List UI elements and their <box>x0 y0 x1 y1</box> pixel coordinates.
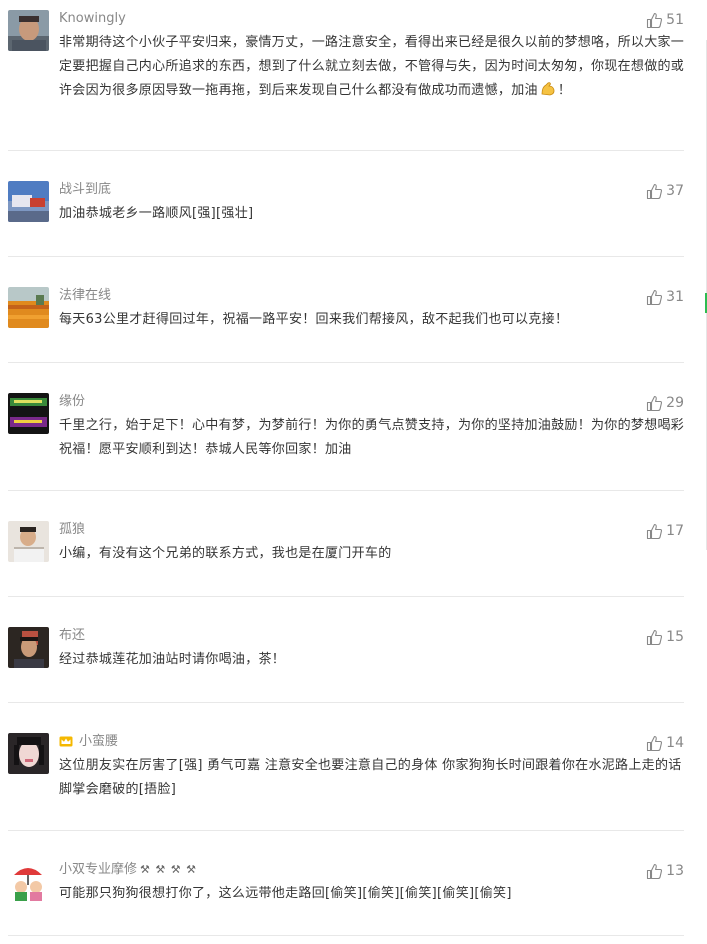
comment-list: Knowingly 51 非常期待这个小伙子平安归来，豪情万丈，一路注意安全，看… <box>0 0 707 944</box>
like-button[interactable]: 13 <box>646 861 684 881</box>
like-count: 14 <box>666 735 684 751</box>
comment-text: 经过恭城莲花加油站时请你喝油，茶！ <box>59 652 286 667</box>
comment-text-main: 非常期待这个小伙子平安归来，豪情万丈，一路注意安全，看得出来已经是很久以前的梦想… <box>59 35 685 98</box>
like-count: 13 <box>666 863 684 879</box>
like-button[interactable]: 14 <box>646 733 684 753</box>
comment-text: 这位朋友实在厉害了[强] 勇气可嘉 注意安全也要注意自己的身体 你家狗狗长时间跟… <box>59 758 682 797</box>
like-count: 37 <box>666 183 684 199</box>
nickname[interactable]: 法律在线 <box>59 287 111 305</box>
like-button[interactable]: 31 <box>646 287 684 307</box>
thumbs-up-icon <box>646 735 663 752</box>
thumbs-up-icon <box>646 395 663 412</box>
avatar[interactable] <box>8 181 49 222</box>
comment-text: 千里之行，始于足下！心中有梦，为梦前行！为你的勇气点赞支持，为你的坚持加油鼓励！… <box>59 418 685 457</box>
like-button[interactable]: 15 <box>646 627 684 647</box>
avatar[interactable] <box>8 627 49 668</box>
nickname[interactable]: 小双专业摩修 ⚒ ⚒ ⚒ ⚒ <box>59 861 197 879</box>
like-button[interactable]: 29 <box>646 393 684 413</box>
divider <box>8 256 684 257</box>
comment-text: 小编，有没有这个兄弟的联系方式，我也是在厦门开车的 <box>59 546 392 561</box>
nickname[interactable]: 战斗到底 <box>59 181 111 199</box>
comment-text: 非常期待这个小伙子平安归来，豪情万丈，一路注意安全，看得出来已经是很久以前的梦想… <box>59 31 687 106</box>
like-count: 29 <box>666 395 684 411</box>
comment-text: 可能那只狗狗很想打你了，这么远带他走路回[偷笑][偷笑][偷笑][偷笑][偷笑] <box>59 886 512 901</box>
like-count: 51 <box>666 12 684 28</box>
thumbs-up-icon <box>646 289 663 306</box>
nickname-text[interactable]: 小蛮腰 <box>79 734 118 749</box>
tools-emoji: ⚒ ⚒ ⚒ ⚒ <box>140 863 197 876</box>
nickname[interactable]: 孤狼 <box>59 521 85 539</box>
divider <box>8 702 684 703</box>
like-button[interactable]: 51 <box>646 10 684 30</box>
thumbs-up-icon <box>646 863 663 880</box>
nickname[interactable]: 小蛮腰 <box>59 733 118 753</box>
avatar[interactable] <box>8 287 49 328</box>
avatar[interactable] <box>8 733 49 774</box>
divider <box>8 490 684 491</box>
nickname[interactable]: Knowingly <box>59 10 126 28</box>
nickname[interactable]: 布还 <box>59 627 85 645</box>
like-count: 17 <box>666 523 684 539</box>
nickname[interactable]: 缘份 <box>59 393 85 411</box>
thumbs-up-icon <box>646 183 663 200</box>
avatar[interactable] <box>8 10 49 51</box>
comment-text-tail: ！ <box>557 83 572 98</box>
like-count: 15 <box>666 629 684 645</box>
comment-text: 每天63公里才赶得回过年，祝福一路平安！回来我们帮接风，敌不起我们也可以克接！ <box>59 312 569 327</box>
avatar[interactable] <box>8 393 49 434</box>
avatar[interactable] <box>8 521 49 562</box>
divider <box>8 596 684 597</box>
flexed-biceps-icon <box>540 81 556 106</box>
divider <box>8 150 684 151</box>
like-count: 31 <box>666 289 684 305</box>
comment-text: 加油恭城老乡一路顺风[强][强壮] <box>59 206 254 221</box>
thumbs-up-icon <box>646 12 663 29</box>
divider <box>8 935 684 936</box>
nickname-text[interactable]: 小双专业摩修 <box>59 862 137 877</box>
crown-icon <box>59 735 73 753</box>
divider <box>8 362 684 363</box>
like-button[interactable]: 17 <box>646 521 684 541</box>
thumbs-up-icon <box>646 629 663 646</box>
like-button[interactable]: 37 <box>646 181 684 201</box>
avatar[interactable] <box>8 861 49 902</box>
divider <box>8 830 684 831</box>
thumbs-up-icon <box>646 523 663 540</box>
